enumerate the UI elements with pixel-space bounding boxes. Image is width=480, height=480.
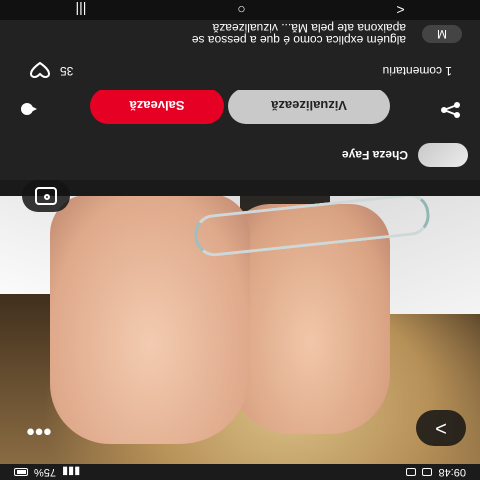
notification-icon bbox=[406, 468, 417, 476]
chevron-right-icon: > bbox=[435, 417, 447, 440]
nav-home-button[interactable]: ○ bbox=[237, 2, 245, 18]
heart-icon bbox=[30, 62, 50, 78]
battery-icon bbox=[14, 468, 28, 476]
reaction-count: 35 bbox=[60, 64, 74, 78]
engagement-row: 1 comentariu 35 bbox=[0, 50, 480, 90]
status-bar: 09:48 ▮▮▮ 75% bbox=[0, 464, 480, 480]
more-icon: ••• bbox=[26, 418, 52, 445]
action-row: Vizualizează Salvează bbox=[0, 88, 480, 130]
nav-back-button[interactable]: < bbox=[396, 2, 404, 18]
more-options-button[interactable]: ••• bbox=[16, 416, 62, 446]
comment-count[interactable]: 1 comentariu bbox=[383, 64, 452, 78]
creator-avatar[interactable] bbox=[418, 143, 468, 167]
lens-icon bbox=[35, 187, 57, 205]
visual-search-button[interactable] bbox=[22, 180, 70, 212]
comment-text[interactable]: alguém explica como é que a pessoa se ap… bbox=[46, 21, 406, 47]
battery-percentage: 75% bbox=[34, 466, 57, 478]
clock: 09:48 bbox=[438, 466, 466, 478]
system-nav-bar: < ○ ||| bbox=[0, 0, 480, 20]
share-icon bbox=[441, 102, 460, 118]
signal-icon: ▮▮▮ bbox=[62, 465, 81, 478]
comment-preview[interactable]: M alguém explica como é que a pessoa se … bbox=[0, 20, 480, 50]
pin-icon-button[interactable] bbox=[14, 100, 40, 118]
pin-image[interactable]: > ••• bbox=[0, 180, 480, 464]
image-bottom-edge bbox=[0, 180, 480, 196]
nav-recents-button[interactable]: ||| bbox=[75, 2, 86, 18]
creator-name[interactable]: Cheza Faye bbox=[342, 148, 408, 162]
gallery-icon bbox=[422, 468, 433, 476]
next-image-button[interactable]: > bbox=[416, 410, 466, 446]
creator-row[interactable]: Cheza Faye bbox=[0, 130, 480, 180]
share-button[interactable] bbox=[438, 100, 464, 120]
pin-icon bbox=[21, 103, 37, 115]
save-button[interactable]: Salvează bbox=[90, 88, 224, 124]
visit-button[interactable]: Vizualizează bbox=[228, 88, 390, 124]
commenter-avatar[interactable]: M bbox=[422, 25, 462, 43]
heart-button[interactable] bbox=[28, 60, 52, 80]
